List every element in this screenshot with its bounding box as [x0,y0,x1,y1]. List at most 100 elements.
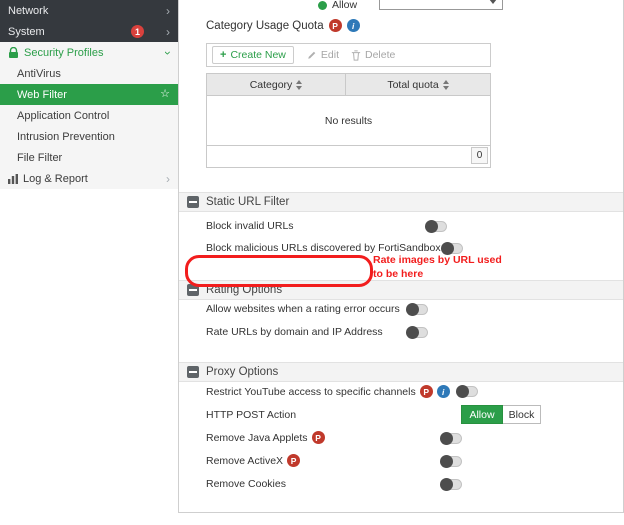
quota-toolbar: + Create New Edit Delete [206,43,491,67]
sidebar-item-web-filter[interactable]: Web Filter ☆ [0,84,178,105]
table-header: Category Total quota [207,74,490,96]
sidebar-item-label: System [8,26,45,38]
setting-row: Block malicious URLs discovered by Forti… [179,241,623,257]
button-label: Delete [365,49,395,61]
section-header-proxy-options[interactable]: Proxy Options [179,362,623,382]
heading-label: Category Usage Quota [206,20,324,32]
lock-icon [8,47,19,59]
setting-label-group: Remove Java Applets P [206,431,325,444]
setting-label: Block malicious URLs discovered by Forti… [206,242,441,254]
premium-badge-icon: P [420,385,433,398]
block-invalid-urls-toggle[interactable] [426,221,447,232]
pencil-icon [306,50,317,61]
trash-icon [351,50,361,61]
setting-label: Remove Java Applets [206,432,308,444]
toggle-knob [406,326,419,339]
sidebar-item-label: Web Filter [17,89,67,101]
sidebar-item-label: File Filter [17,152,62,164]
column-header-category[interactable]: Category [207,74,346,95]
remove-java-applets-toggle[interactable] [441,433,462,444]
chevron-right-icon: › [166,173,170,185]
setting-label: Restrict YouTube access to specific chan… [206,386,416,398]
info-icon[interactable]: i [437,385,450,398]
web-filter-settings-panel: Allow Category Usage Quota P i + Create … [178,0,624,513]
toggle-knob [440,455,453,468]
sidebar-item-file-filter[interactable]: File Filter [0,147,178,168]
column-header-total-quota[interactable]: Total quota [346,74,490,95]
sort-icon [296,80,302,90]
info-icon[interactable]: i [347,19,360,32]
category-usage-quota-heading: Category Usage Quota P i [206,19,360,32]
notification-badge: 1 [131,25,144,38]
sidebar-item-application-control[interactable]: Application Control [0,105,178,126]
collapse-icon[interactable] [187,196,199,208]
sidebar-item-antivirus[interactable]: AntiVirus [0,63,178,84]
setting-label: Allow websites when a rating error occur… [206,303,400,315]
sidebar-item-label: Network [8,5,48,17]
delete-button[interactable]: Delete [351,49,395,61]
restrict-youtube-toggle[interactable] [457,386,478,397]
setting-row: Block invalid URLs [179,219,623,235]
fortigate-web-filter-screen: Network › System 1 › Security Profiles ›… [0,0,624,525]
empty-text: No results [325,115,372,127]
premium-badge-icon: P [312,431,325,444]
sort-icon [443,80,449,90]
sidebar-item-system[interactable]: System 1 › [0,21,178,42]
setting-label: Remove Cookies [206,478,286,490]
block-malicious-urls-toggle[interactable] [442,243,463,254]
remove-cookies-toggle[interactable] [441,479,462,490]
toggle-knob [440,432,453,445]
sidebar-item-label: Application Control [17,110,109,122]
http-post-action-segmented-control: Allow Block [461,405,541,424]
status-dot [318,1,327,10]
section-header-static-url-filter[interactable]: Static URL Filter [179,192,623,212]
setting-label: Remove ActiveX [206,455,283,467]
setting-label-group: Remove ActiveX P [206,454,300,467]
setting-label: HTTP POST Action [206,409,296,421]
toggle-knob [425,220,438,233]
column-label: Category [250,79,293,91]
collapse-icon[interactable] [187,284,199,296]
create-new-button[interactable]: + Create New [212,46,294,64]
toggle-knob [406,303,419,316]
button-label: Create New [230,49,285,61]
sidebar-item-label: Intrusion Prevention [17,131,115,143]
http-post-allow-button[interactable]: Allow [461,405,503,424]
setting-row: Restrict YouTube access to specific chan… [179,385,623,401]
column-label: Total quota [387,79,438,91]
premium-badge-icon: P [329,19,342,32]
section-title: Static URL Filter [206,196,289,208]
rate-urls-by-domain-ip-toggle[interactable] [407,327,428,338]
setting-label-group: Restrict YouTube access to specific chan… [206,385,478,398]
annotation-text: Rate images by URL used to be here [373,253,502,281]
chevron-right-icon: › [166,5,170,17]
edit-button[interactable]: Edit [306,49,339,61]
premium-badge-icon: P [287,454,300,467]
sidebar-item-network[interactable]: Network › [0,0,178,21]
remove-activex-toggle[interactable] [441,456,462,467]
section-header-rating-options[interactable]: Rating Options [179,280,623,300]
chevron-right-icon: › [166,26,170,38]
setting-row: Rate URLs by domain and IP Address [179,325,623,341]
sidebar-item-log-report[interactable]: Log & Report › [0,168,178,189]
section-title: Proxy Options [206,366,278,378]
section-title: Rating Options [206,284,282,296]
sidebar-item-label: Log & Report [23,173,88,185]
collapse-icon[interactable] [187,366,199,378]
table-footer: 0 [207,145,490,167]
setting-row: Allow websites when a rating error occur… [179,302,623,318]
sidebar-item-security-profiles[interactable]: Security Profiles › [0,42,178,63]
toggle-knob [456,385,469,398]
top-dropdown-select[interactable] [379,0,503,10]
allow-on-rating-error-toggle[interactable] [407,304,428,315]
http-post-block-button[interactable]: Block [503,405,541,424]
status-label: Allow [332,0,357,11]
toggle-knob [440,478,453,491]
table-empty-state: No results [207,96,490,145]
button-label: Edit [321,49,339,61]
bar-chart-icon [8,174,18,184]
star-icon: ☆ [160,89,170,100]
sidebar-item-intrusion-prevention[interactable]: Intrusion Prevention [0,126,178,147]
setting-row: HTTP POST Action Allow Block [179,408,623,424]
setting-label: Rate URLs by domain and IP Address [206,326,383,338]
